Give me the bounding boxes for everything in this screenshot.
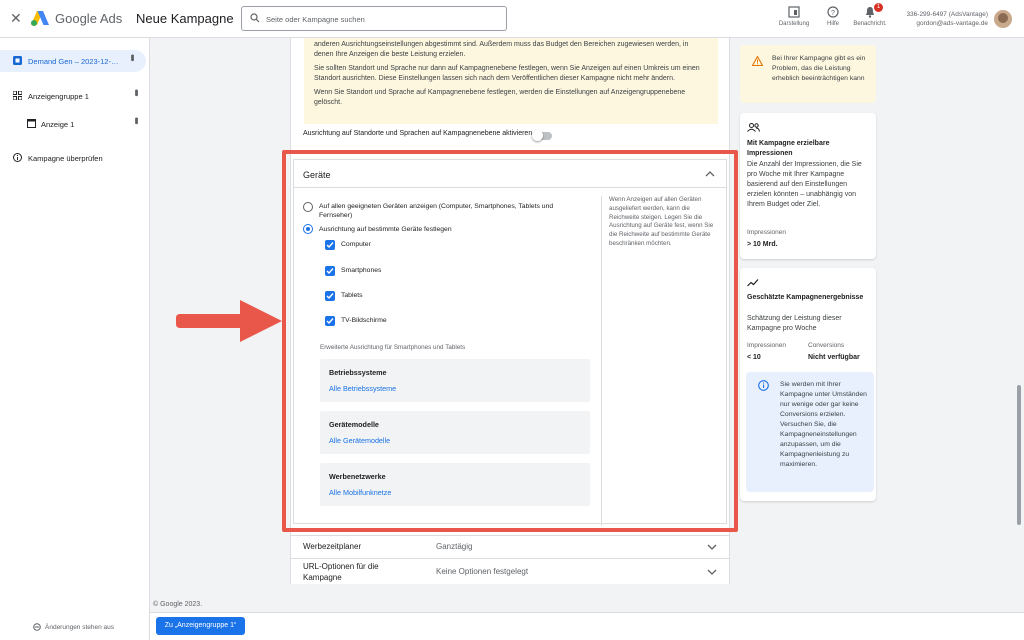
search-input[interactable]: Seite oder Kampagne suchen [241, 6, 507, 31]
sidebar-item-ad[interactable]: Anzeige 1 ••• [0, 113, 150, 135]
location-toggle[interactable] [532, 130, 552, 141]
os-link[interactable]: Alle Betriebssysteme [329, 384, 396, 393]
account-email: gordon@ads-vantage.de [916, 20, 988, 27]
checkbox-computer[interactable] [325, 240, 335, 250]
checkbox-tv[interactable] [325, 316, 335, 326]
top-bar: ✕ Google Ads Neue Kampagne Seite oder Ka… [0, 0, 1024, 38]
more-icon[interactable]: ••• [130, 117, 142, 123]
chevron-up-icon[interactable] [705, 170, 715, 178]
chevron-down-icon[interactable] [707, 543, 717, 551]
models-link[interactable]: Alle Gerätemodelle [329, 436, 390, 445]
more-icon[interactable]: ••• [130, 89, 142, 95]
warning-card: Bei Ihrer Kampagne gibt es ein Problem, … [740, 45, 876, 103]
sidebar-item-review[interactable]: Kampagne überprüfen [0, 147, 150, 169]
info-icon [13, 153, 22, 162]
ad-scheduler-row[interactable]: Werbezeitplaner Ganztägig [291, 535, 729, 558]
trend-icon [747, 279, 759, 287]
location-notice: anderen Ausrichtungseinstellungen abgest… [304, 38, 718, 124]
conversions-info: Sie werden mit Ihrer Kampagne unter Umst… [746, 372, 874, 492]
page-title: Neue Kampagne [136, 11, 234, 26]
radio-specific-devices[interactable] [303, 224, 313, 234]
bottom-bar [150, 612, 1024, 640]
next-adgroup-button[interactable]: Zu „Anzeigengruppe 1“ [156, 617, 245, 635]
checkbox-tablets[interactable] [325, 291, 335, 301]
toggle-label: Ausrichtung auf Standorte und Sprachen a… [303, 130, 533, 137]
devices-section: Geräte Auf allen geeigneten Geräten anze… [293, 159, 727, 526]
radio-specific-devices-label: Ausrichtung auf bestimmte Geräte festleg… [319, 226, 452, 233]
devices-hint: Wenn Anzeigen auf allen Geräten ausgelie… [601, 196, 721, 526]
scrollbar[interactable] [1017, 385, 1021, 525]
impressions-card: Mit Kampagne erzielbare Impressionen Die… [740, 113, 876, 259]
appearance-button[interactable]: Darstellung [772, 4, 816, 27]
radio-all-devices-label: Auf allen geeigneten Geräten anzeigen (C… [319, 203, 554, 219]
sidebar-item-campaign[interactable]: Demand Gen – 2023-12-… ••• [0, 50, 146, 72]
os-card[interactable]: Betriebssysteme Alle Betriebssysteme [320, 359, 590, 402]
radio-all-devices[interactable] [303, 202, 313, 212]
account-info[interactable]: 336-299-6497 (AdsVantage) gordon@ads-van… [880, 10, 988, 28]
sidebar: Demand Gen – 2023-12-… ••• Anzeigengrupp… [0, 38, 150, 640]
svg-text:?: ? [831, 10, 835, 17]
info-icon [758, 380, 769, 391]
account-id: 336-299-6497 (AdsVantage) [906, 11, 988, 18]
campaign-icon [13, 56, 22, 65]
appearance-icon [788, 6, 800, 18]
close-icon[interactable]: ✕ [10, 10, 22, 27]
more-icon[interactable]: ••• [126, 54, 138, 60]
warning-icon [752, 56, 763, 66]
brand-name: Google Ads [55, 11, 123, 26]
devices-title: Geräte [303, 170, 331, 180]
chevron-down-icon[interactable] [707, 568, 717, 576]
models-card[interactable]: Gerätemodelle Alle Gerätemodelle [320, 411, 590, 454]
help-icon: ? [827, 6, 839, 18]
pending-icon [33, 623, 41, 631]
ad-icon [27, 119, 36, 128]
copyright: © Google 2023. [153, 601, 203, 608]
people-icon [747, 123, 760, 132]
search-placeholder: Seite oder Kampagne suchen [266, 15, 365, 24]
networks-card[interactable]: Werbenetzwerke Alle Mobilfunknetze [320, 463, 590, 506]
url-options-row[interactable]: URL-Optionen für die Kampagne Keine Opti… [291, 558, 729, 584]
networks-link[interactable]: Alle Mobilfunknetze [329, 488, 391, 497]
arrow-icon [176, 300, 282, 342]
sidebar-item-adgroup[interactable]: Anzeigengruppe 1 ••• [0, 85, 150, 107]
extended-targeting-label: Erweiterte Ausrichtung für Smartphones u… [320, 344, 466, 351]
avatar[interactable] [994, 10, 1012, 28]
checkbox-smartphones[interactable] [325, 266, 335, 276]
grid-icon [13, 91, 22, 100]
search-icon [250, 13, 260, 23]
google-ads-logo [31, 11, 49, 26]
changes-status: Änderungen stehen aus [45, 624, 115, 631]
